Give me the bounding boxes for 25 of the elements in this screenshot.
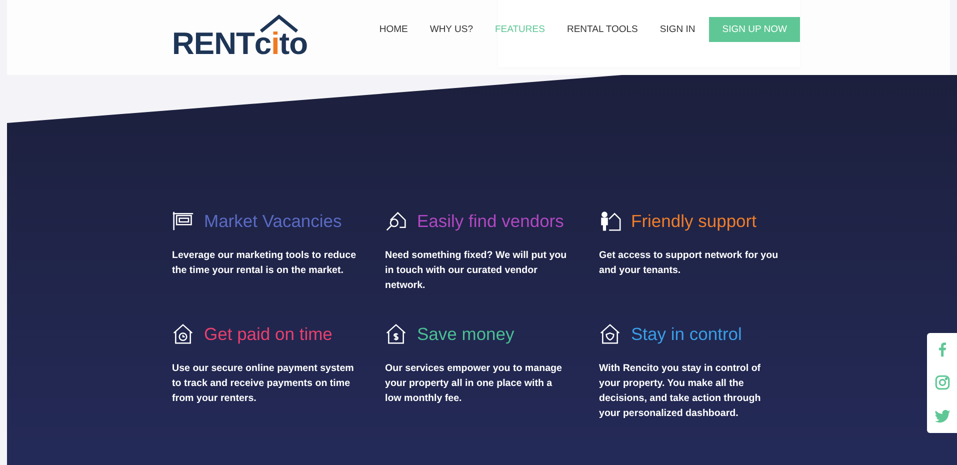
instagram-icon[interactable] <box>934 374 950 392</box>
feature-description: Leverage our marketing tools to reduce the time your rental is on the market. <box>172 249 357 278</box>
feature-title: Stay in control <box>631 324 742 344</box>
feature-description: With Rencito you stay in control of your property. You make all the decisions, and take action through your personalized dashboard. <box>599 362 762 421</box>
feature-title: Market Vacancies <box>204 210 342 232</box>
nav-link[interactable]: RENTAL TOOLS <box>566 24 638 35</box>
house-shield-icon <box>599 323 621 345</box>
rent-sign-icon <box>172 210 194 232</box>
rentcito-logo[interactable]: RENTcito <box>172 12 308 59</box>
house-dollar-icon <box>385 323 407 345</box>
nav-link[interactable]: WHY US? <box>430 24 473 35</box>
house-clock-icon <box>172 323 194 345</box>
feature-title: Save money <box>417 324 514 344</box>
nav-link[interactable]: SIGN IN <box>660 24 696 35</box>
person-house-icon <box>599 210 621 232</box>
feature-description: Need something fixed? We will put you in touch with our curated vendor network. <box>385 249 568 293</box>
nav-link[interactable]: HOME <box>379 24 408 35</box>
feature-title: Easily find vendors <box>417 210 564 232</box>
feature-description: Our services empower you to manage your property all in one place with a low monthly fee. <box>385 362 563 406</box>
house-search-icon <box>385 210 407 232</box>
feature-title: Get paid on time <box>204 324 332 344</box>
feature-description: Use our secure online payment system to track and receive payments on time from your renters. <box>172 362 355 406</box>
feature-title: Friendly support <box>631 210 756 232</box>
twitter-icon[interactable] <box>934 408 950 425</box>
feature-description: Get access to support network for you and your tenants. <box>599 249 780 278</box>
